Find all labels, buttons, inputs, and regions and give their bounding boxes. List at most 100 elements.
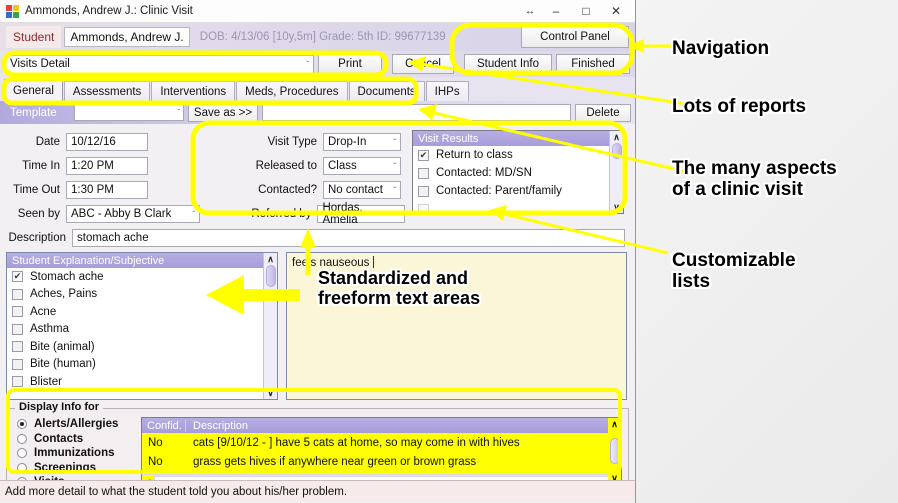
student-explanation-list[interactable]: ✔ Stomach ache Aches, Pains Acne Asthma Bite … [7,268,277,391]
resize-icon[interactable]: ↔ [519,1,541,21]
report-select-value: Visits Detail [10,58,70,70]
scroll-up-icon[interactable]: ∧ [611,418,618,430]
list-item[interactable]: ✔ Stomach ache [7,268,277,286]
tab-interventions[interactable]: Interventions [151,81,236,101]
list-item[interactable]: Contacted: MD/SN [413,164,623,182]
field-value: 1:20 PM [71,160,114,172]
scrollbar-thumb[interactable] [611,143,622,159]
field-value: Drop-In [328,136,367,148]
minimize-icon[interactable]: – [541,1,571,21]
visit-results-scrollbar[interactable]: ∧ ∨ [609,131,623,213]
template-row: Template ˇ Save as >> Delete [0,101,635,124]
scroll-down-icon[interactable]: ∨ [613,201,620,213]
field-row: Visit Type Drop-In ˇ [245,130,405,154]
template-name-input[interactable] [262,104,571,121]
checkbox-icon[interactable] [418,203,429,213]
display-info-radio-group[interactable]: Alerts/Allergies Contacts Immunizations Scr… [13,417,141,489]
field-released-to[interactable]: Class ˇ [323,157,401,175]
field-row: Time In 1:20 PM [0,154,245,178]
delete-button[interactable]: Delete [575,103,631,122]
report-select[interactable]: Visits Detail ˇ [5,54,314,74]
field-label: Contacted? [258,184,317,196]
checkbox-icon[interactable] [12,358,23,370]
grid-vertical-scrollbar[interactable]: ∧ ∨ [608,418,621,488]
field-visit-type[interactable]: Drop-In ˇ [323,133,401,151]
checkbox-icon[interactable] [12,306,23,318]
control-panel-button[interactable]: Control Panel [521,26,629,48]
radio-icon[interactable] [17,448,27,459]
list-item[interactable]: Asthma [7,321,277,339]
window-title: Ammonds, Andrew J.: Clinic Visit [25,5,193,17]
app-puzzle-icon [6,4,19,18]
finished-button[interactable]: Finished [556,54,630,74]
tab-assessments[interactable]: Assessments [63,81,151,101]
radio-selected-icon[interactable] [17,419,27,430]
scroll-down-icon[interactable]: ∨ [267,387,274,399]
radio-icon[interactable] [17,462,27,473]
checkbox-icon[interactable] [418,185,429,197]
field-date[interactable]: 10/12/16 [66,133,148,151]
tab-documents[interactable]: Documents [348,81,425,101]
list-item-partial[interactable] [413,200,623,213]
scrollbar-thumb[interactable] [609,438,620,464]
checkbox-icon[interactable] [12,341,23,353]
list-item-label: Return to class [436,149,513,161]
field-seen-by[interactable]: ABC - Abby B Clark ˇ [66,205,200,223]
maximize-icon[interactable]: □ [571,1,601,21]
field-time-out[interactable]: 1:30 PM [66,181,148,199]
print-button[interactable]: Print [318,54,382,74]
description-input[interactable]: stomach ache [72,229,625,247]
radio-option-contacts[interactable]: Contacts [17,432,141,447]
display-info-legend: Display Info for [15,401,104,413]
scroll-up-icon[interactable]: ∧ [613,131,620,143]
tab-general[interactable]: General [4,79,63,101]
student-info-button[interactable]: Student Info [464,54,552,74]
radio-option-immunizations[interactable]: Immunizations [17,446,141,461]
field-value: Hordas, Amelia [322,202,363,226]
student-explanation-panel: Student Explanation/Subjective ✔ Stomach … [6,252,278,400]
chevron-down-icon: ˇ [393,185,396,195]
checkbox-checked-icon[interactable]: ✔ [418,149,429,161]
tab-meds-procedures[interactable]: Meds, Procedures [236,81,348,101]
grid-header: Confid. Description [142,418,621,433]
radio-option-label: Alerts/Allergies [34,418,119,431]
status-bar: Add more detail to what the student told… [0,480,635,502]
field-referred-by[interactable]: Hordas, Amelia ˇ [317,202,405,226]
grid-rows[interactable]: No cats [9/10/12 - ] have 5 cats at home,… [142,433,621,471]
list-item[interactable]: Bite (animal) [7,338,277,356]
table-row[interactable]: No grass gets hives if anywhere near gree… [142,452,621,471]
checkbox-checked-icon[interactable]: ✔ [12,271,23,283]
cell-description: cats [9/10/12 - ] have 5 cats at home, s… [193,436,520,449]
field-contacted[interactable]: No contact ˇ [323,181,401,199]
tab-ihps[interactable]: IHPs [425,81,469,101]
list-item[interactable]: Blister [7,373,277,391]
save-as-button[interactable]: Save as >> [188,103,258,122]
template-select[interactable]: ˇ [74,104,184,121]
list-item[interactable]: Acne [7,303,277,321]
student-name-field[interactable]: Ammonds, Andrew J. [64,27,190,47]
close-icon[interactable]: ✕ [601,1,631,21]
visit-results-list[interactable]: ✔ Return to class Contacted: MD/SN Contacte… [413,146,623,213]
checkbox-icon[interactable] [418,167,429,179]
radio-option-alerts-allergies[interactable]: Alerts/Allergies [17,417,141,432]
list-item[interactable]: Bite (human) [7,356,277,374]
field-time-in[interactable]: 1:20 PM [66,157,148,175]
radio-option-screenings[interactable]: Screenings [17,461,141,476]
radio-icon[interactable] [17,433,27,444]
scroll-up-icon[interactable]: ∧ [267,253,274,265]
list-item[interactable]: ✔ Return to class [413,146,623,164]
checkbox-icon[interactable] [12,376,23,388]
student-explanation-scrollbar[interactable]: ∧ ∨ [263,253,277,399]
list-item[interactable]: Contacted: Parent/family [413,182,623,200]
checkbox-icon[interactable] [12,288,23,300]
field-label: Released to [255,160,317,172]
student-meta: DOB: 4/13/06 [10y,5m] Grade: 5th ID: 996… [199,31,446,43]
table-row[interactable]: No cats [9/10/12 - ] have 5 cats at home,… [142,433,621,452]
cancel-button[interactable]: Cancel [392,54,454,74]
tab-bar: General Assessments Interventions Meds, Pro… [0,77,635,101]
template-label: Template [10,106,57,119]
student-explanation-header: Student Explanation/Subjective [7,253,277,268]
checkbox-icon[interactable] [12,323,23,335]
scrollbar-thumb[interactable] [265,265,276,287]
list-item[interactable]: Aches, Pains [7,286,277,304]
